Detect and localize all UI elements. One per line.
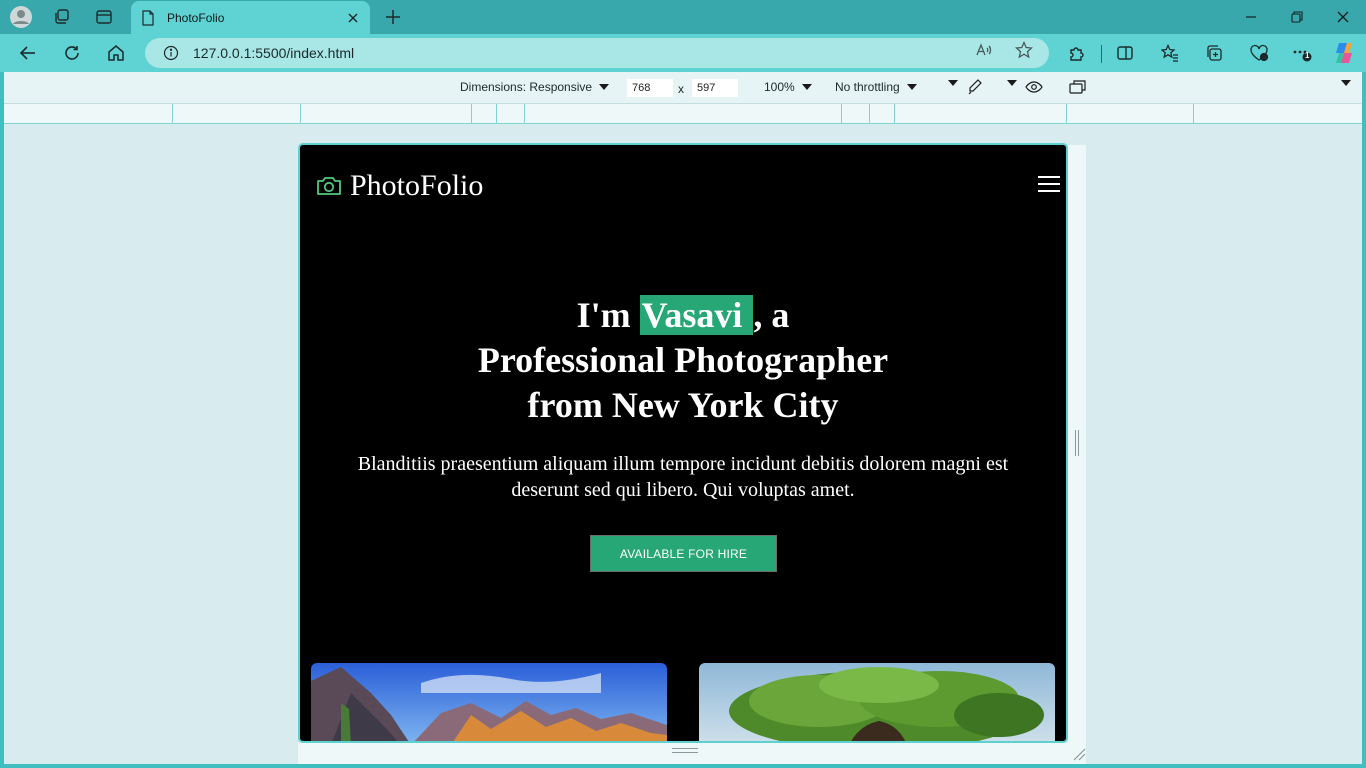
- tab-photofolio[interactable]: PhotoFolio: [131, 1, 370, 34]
- height-input[interactable]: [692, 79, 738, 97]
- browser-essentials-icon[interactable]: [1247, 41, 1271, 65]
- sensors-dropdown[interactable]: [941, 80, 958, 86]
- vision-dropdown[interactable]: [1000, 80, 1017, 86]
- page-icon: [142, 9, 154, 26]
- dimensions-dropdown[interactable]: Dimensions: Responsive: [460, 80, 610, 94]
- media-query-marker[interactable]: [471, 104, 472, 124]
- camera-icon: [317, 177, 341, 195]
- zoom-dropdown[interactable]: 100%: [764, 80, 812, 94]
- hero-line-3: from New York City: [527, 385, 839, 425]
- tab-actions-icon[interactable]: [92, 5, 116, 29]
- hero-heading: I'm Vasavi , a Professional Photographer…: [300, 293, 1066, 428]
- toolbar-divider: [1101, 45, 1102, 63]
- collections-icon[interactable]: [1202, 41, 1226, 65]
- chevron-down-icon: [801, 84, 812, 90]
- device-frame: PhotoFolio I'm Vasavi , a Professional P…: [298, 143, 1068, 743]
- eye-icon[interactable]: [1025, 80, 1043, 94]
- close-tab-icon[interactable]: [346, 11, 360, 25]
- favorites-icon[interactable]: [1158, 41, 1182, 65]
- media-query-marker[interactable]: [841, 104, 842, 124]
- chevron-down-icon: [948, 80, 958, 86]
- browser-viewport: Dimensions: Responsive x 100% No throttl…: [4, 72, 1362, 764]
- media-query-marker[interactable]: [1066, 104, 1067, 124]
- hero-suffix: , a: [753, 295, 790, 335]
- height-resize-handle[interactable]: [672, 748, 698, 753]
- device-toolbar: Dimensions: Responsive x 100% No throttl…: [4, 72, 1362, 104]
- media-query-marker[interactable]: [496, 104, 497, 124]
- read-aloud-icon[interactable]: [973, 39, 995, 61]
- media-query-marker[interactable]: [172, 104, 173, 124]
- hamburger-menu-icon[interactable]: [1038, 175, 1060, 193]
- back-arrow-icon[interactable]: [16, 41, 40, 65]
- media-query-marker[interactable]: [300, 104, 301, 124]
- gallery-image-tree[interactable]: [699, 663, 1055, 741]
- chevron-down-icon: [906, 84, 917, 90]
- copilot-icon[interactable]: [1330, 39, 1358, 67]
- bottom-resize-rail: [298, 743, 1086, 764]
- hero-line-2: Professional Photographer: [477, 340, 889, 380]
- site-brand[interactable]: PhotoFolio: [316, 169, 483, 203]
- address-toolbar: 127.0.0.1:5500/index.html 1: [0, 34, 1366, 72]
- media-query-marker[interactable]: [894, 104, 895, 124]
- tab-strip: PhotoFolio: [0, 0, 1366, 34]
- width-resize-handle[interactable]: [1075, 430, 1079, 456]
- notification-badge: 1: [1305, 51, 1310, 60]
- close-window-icon[interactable]: [1332, 6, 1354, 28]
- media-query-marker[interactable]: [1193, 104, 1194, 124]
- refresh-icon[interactable]: [60, 41, 84, 65]
- hero-prefix: I'm: [576, 295, 640, 335]
- corner-resize-icon[interactable]: [1072, 747, 1086, 761]
- width-input[interactable]: [627, 79, 673, 97]
- dimensions-label: Dimensions: Responsive: [460, 80, 593, 94]
- new-tab-icon[interactable]: [381, 5, 405, 29]
- hero-line-1: I'm Vasavi , a: [300, 293, 1066, 338]
- media-query-marker[interactable]: [524, 104, 525, 124]
- profile-avatar-icon[interactable]: [9, 5, 33, 29]
- chevron-down-icon: [1341, 80, 1351, 86]
- site-info-icon[interactable]: [163, 45, 179, 61]
- address-bar[interactable]: 127.0.0.1:5500/index.html: [145, 38, 1049, 68]
- tab-title: PhotoFolio: [167, 10, 225, 25]
- url-text: 127.0.0.1:5500/index.html: [193, 45, 355, 61]
- zoom-label: 100%: [764, 80, 795, 94]
- dimension-separator: x: [678, 82, 684, 96]
- hero-name-highlight: Vasavi: [639, 295, 754, 335]
- available-for-hire-button[interactable]: AVAILABLE FOR HIRE: [590, 535, 777, 572]
- media-query-marker[interactable]: [869, 104, 870, 124]
- eyedropper-icon[interactable]: [967, 78, 983, 96]
- device-toolbar-menu[interactable]: [1334, 80, 1351, 86]
- workspaces-icon[interactable]: [50, 5, 74, 29]
- throttling-label: No throttling: [835, 80, 900, 94]
- media-query-bar: [4, 104, 1362, 124]
- throttling-dropdown[interactable]: No throttling: [835, 80, 917, 94]
- chevron-down-icon: [599, 84, 610, 90]
- chevron-down-icon: [1007, 80, 1017, 86]
- brand-name: PhotoFolio: [350, 169, 484, 202]
- more-options-icon[interactable]: 1: [1290, 41, 1314, 65]
- gallery-image-mountains[interactable]: [311, 663, 667, 741]
- hero-subtitle: Blanditiis praesentium aliquam illum tem…: [357, 453, 1009, 501]
- home-icon[interactable]: [104, 41, 128, 65]
- favorite-star-icon[interactable]: [1013, 39, 1035, 61]
- rotate-device-icon[interactable]: [1069, 79, 1087, 95]
- minimize-icon[interactable]: [1240, 6, 1262, 28]
- restore-icon[interactable]: [1286, 6, 1308, 28]
- extensions-icon[interactable]: [1065, 41, 1089, 65]
- split-screen-icon[interactable]: [1113, 41, 1137, 65]
